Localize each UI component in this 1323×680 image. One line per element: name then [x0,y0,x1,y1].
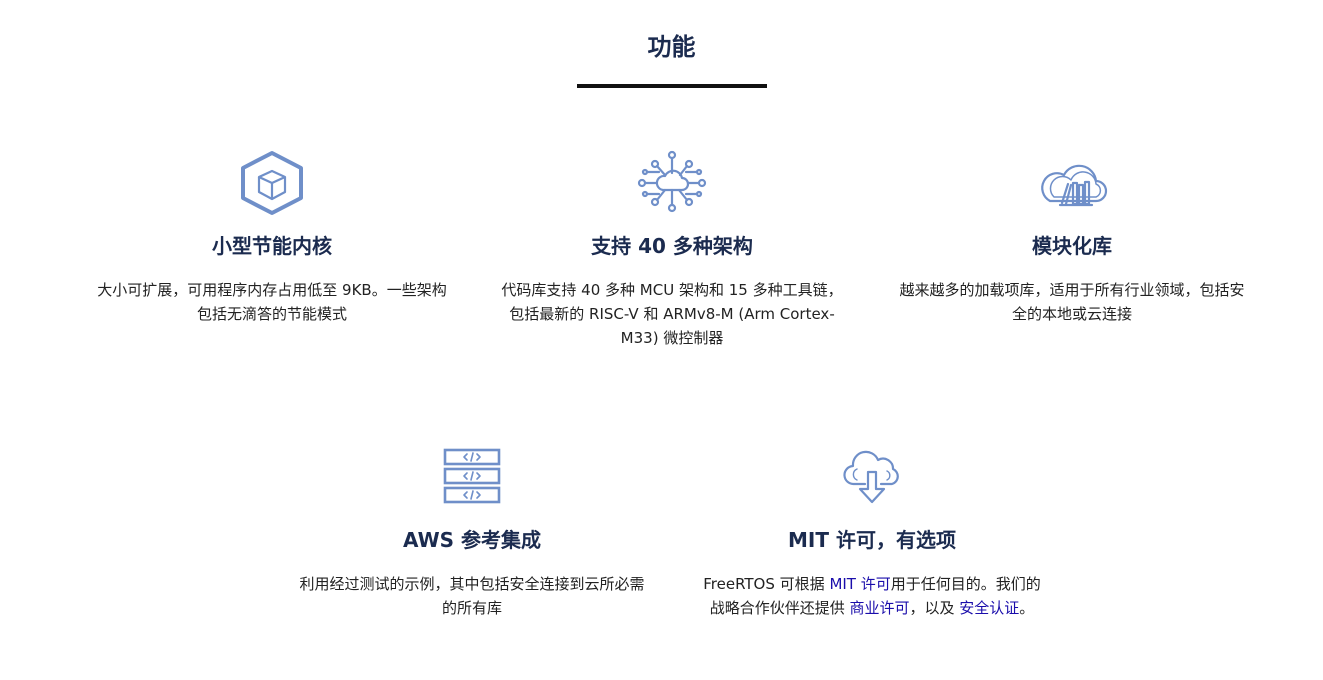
title-underline [577,84,767,88]
mit-license-link[interactable]: MIT 许可 [829,575,890,593]
safety-certification-link[interactable]: 安全认证 [959,599,1019,617]
feature-title: MIT 许可，有选项 [788,528,956,552]
feature-architectures: 支持 40 多种架构 代码库支持 40 多种 MCU 架构和 15 多种工具链，… [497,148,847,350]
feature-mit-license: MIT 许可，有选项 FreeRTOS 可根据 MIT 许可用于任何目的。我们的… [697,442,1047,620]
cube-hexagon-icon [232,148,312,218]
feature-title: 模块化库 [1032,234,1112,258]
feature-small-kernel: 小型节能内核 大小可扩展，可用程序内存占用低至 9KB。一些架构包括无滴答的节能… [97,148,447,326]
description-text: 。 [1019,599,1035,617]
description-text: ，以及 [909,599,960,617]
feature-title: 小型节能内核 [212,234,332,258]
feature-modular-libraries: 模块化库 越来越多的加载项库，适用于所有行业领域，包括安全的本地或云连接 [897,148,1247,326]
feature-description: 越来越多的加载项库，适用于所有行业领域，包括安全的本地或云连接 [899,281,1245,323]
section-title: 功能 [647,33,696,61]
feature-aws-integration: AWS 参考集成 利用经过测试的示例，其中包括安全连接到云所必需的所有库 [297,442,647,620]
feature-description: FreeRTOS 可根据 MIT 许可用于任何目的。我们的战略合作伙伴还提供 商… [697,572,1047,620]
feature-title: 支持 40 多种架构 [591,234,753,258]
cloud-download-icon [832,442,912,512]
feature-description: 利用经过测试的示例，其中包括安全连接到云所必需的所有库 [299,575,645,617]
feature-description: 大小可扩展，可用程序内存占用低至 9KB。一些架构包括无滴答的节能模式 [97,281,447,323]
feature-title: AWS 参考集成 [402,528,541,552]
cloud-network-icon [632,148,712,218]
description-text: FreeRTOS 可根据 [703,575,830,593]
cloud-library-icon [1032,148,1112,218]
commercial-license-link[interactable]: 商业许可 [849,599,909,617]
code-stack-icon [432,442,512,512]
feature-description: 代码库支持 40 多种 MCU 架构和 15 多种工具链，包括最新的 RISC-… [501,281,843,347]
